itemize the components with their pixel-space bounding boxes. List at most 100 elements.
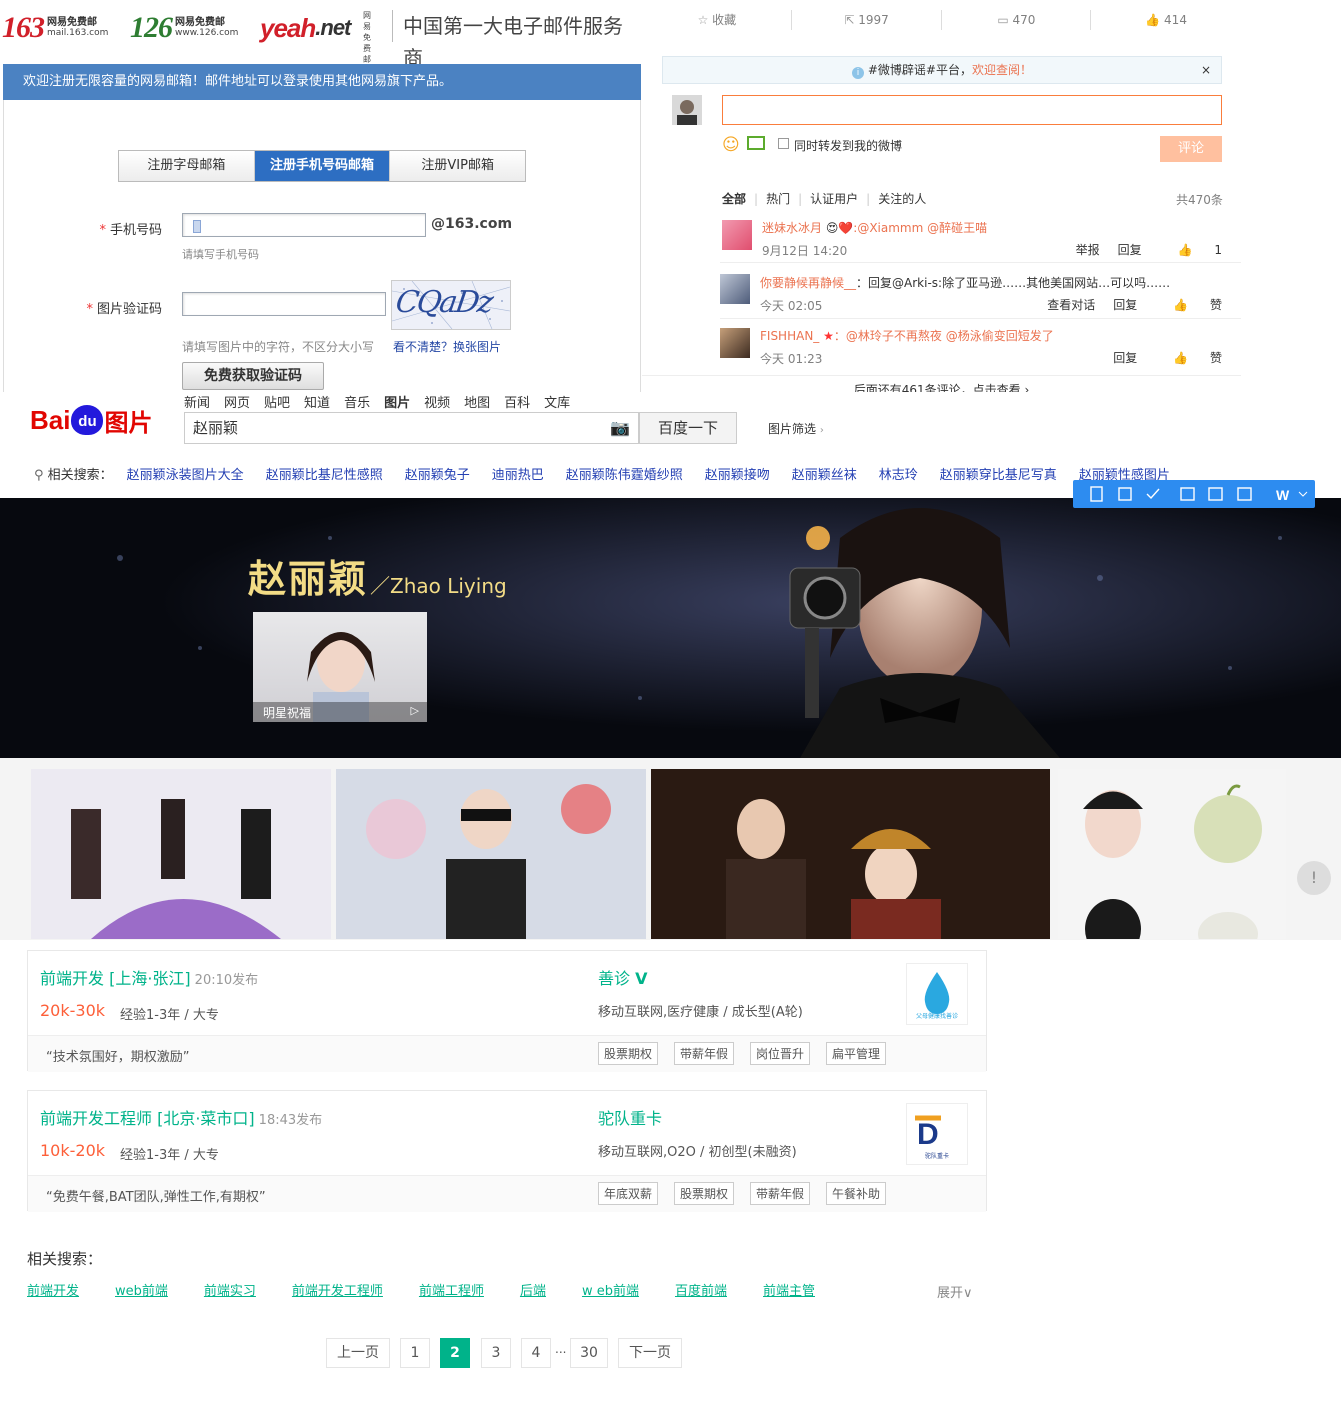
- brand-yeah-logo[interactable]: yeah .net 网易免费邮: [260, 8, 371, 64]
- image-icon[interactable]: [747, 136, 765, 150]
- nav-zhidao[interactable]: 知道: [304, 396, 330, 411]
- like-link[interactable]: 👍 赞: [1155, 351, 1222, 365]
- expand-button[interactable]: 展开∨: [937, 1282, 973, 1301]
- report-link[interactable]: 举报: [1076, 243, 1100, 257]
- next-page-button[interactable]: 下一页: [618, 1338, 682, 1368]
- commenter-avatar[interactable]: [720, 328, 750, 358]
- baidu-logo[interactable]: Bai du 图片: [30, 400, 152, 440]
- favorite-button[interactable]: ☆ 收藏: [642, 0, 792, 40]
- image-filter-link[interactable]: 图片筛选 ›: [768, 420, 824, 437]
- image-search-input[interactable]: 赵丽颖 📷: [184, 412, 639, 444]
- related-search-link[interactable]: web前端: [115, 1284, 168, 1299]
- tab-letter-mailbox[interactable]: 注册字母邮箱: [119, 151, 255, 181]
- comment-nick[interactable]: 迷妹水冰月: [762, 221, 822, 235]
- nav-images[interactable]: 图片: [384, 396, 410, 411]
- hero-thumbnail[interactable]: 明星祝福 ▷: [253, 612, 427, 722]
- comment-nick[interactable]: FISHHAN_: [760, 329, 819, 343]
- close-icon[interactable]: ×: [1201, 57, 1211, 83]
- commenter-avatar[interactable]: [720, 274, 750, 304]
- company-link[interactable]: 善诊 V: [598, 965, 648, 989]
- baidu-search-button[interactable]: 百度一下: [639, 412, 737, 444]
- image-result[interactable]: [651, 769, 1050, 939]
- related-search-link[interactable]: 前端主管: [763, 1284, 815, 1299]
- nav-music[interactable]: 音乐: [344, 396, 370, 411]
- job-title-link[interactable]: 前端开发工程师 [北京·菜市口] 18:43发布: [40, 1105, 322, 1129]
- related-link[interactable]: 赵丽颖接吻: [705, 468, 770, 483]
- related-link[interactable]: 迪丽热巴: [492, 468, 544, 483]
- page-button[interactable]: 3: [481, 1338, 511, 1368]
- page-button[interactable]: 4: [521, 1338, 551, 1368]
- company-link[interactable]: 驼队重卡: [598, 1105, 662, 1129]
- current-page-button[interactable]: 2: [440, 1338, 470, 1368]
- filter-all[interactable]: 全部: [722, 192, 746, 206]
- reply-link[interactable]: 回复: [1113, 351, 1137, 365]
- current-user-avatar[interactable]: [672, 95, 702, 125]
- comment-textarea[interactable]: [722, 95, 1222, 125]
- brand-163-logo[interactable]: 163 网易免费邮 mail.163.com: [2, 8, 108, 48]
- related-link[interactable]: 赵丽颖比基尼性感照: [266, 468, 383, 483]
- filter-verified[interactable]: 认证用户: [810, 192, 858, 206]
- related-link[interactable]: 赵丽颖兔子: [405, 468, 470, 483]
- related-search-link[interactable]: 前端工程师: [419, 1284, 484, 1299]
- comment-nick[interactable]: 你要静候再静候__: [760, 276, 856, 290]
- nav-wenku[interactable]: 文库: [544, 396, 570, 411]
- feedback-button[interactable]: !: [1297, 861, 1331, 895]
- nav-video[interactable]: 视频: [424, 396, 450, 411]
- reply-link[interactable]: 回复: [1113, 298, 1137, 312]
- related-link[interactable]: 赵丽颖泳装图片大全: [127, 468, 244, 483]
- phone-input[interactable]: [182, 213, 426, 237]
- brand-126-logo[interactable]: 126 网易免费邮 www.126.com: [130, 8, 238, 48]
- related-search-link[interactable]: w eb前端: [582, 1284, 639, 1299]
- filter-hot[interactable]: 热门: [766, 192, 790, 206]
- captcha-text: CQaDz: [393, 285, 494, 320]
- related-link[interactable]: 赵丽颖陈伟霆婚纱照: [566, 468, 683, 483]
- related-search-link[interactable]: 后端: [520, 1284, 546, 1299]
- play-icon[interactable]: ▷: [411, 704, 419, 717]
- image-result[interactable]: [1058, 769, 1286, 939]
- captcha-input[interactable]: [182, 292, 386, 316]
- tab-vip-mailbox[interactable]: 注册VIP邮箱: [390, 151, 526, 181]
- tab-phone-mailbox[interactable]: 注册手机号码邮箱: [254, 151, 391, 181]
- captcha-refresh-link[interactable]: 看不清楚？换张图片: [393, 338, 501, 355]
- nav-web[interactable]: 网页: [224, 396, 250, 411]
- related-search-link[interactable]: 百度前端: [675, 1284, 727, 1299]
- prev-page-button[interactable]: 上一页: [326, 1338, 390, 1368]
- job-card[interactable]: 前端开发 [上海·张江] 20:10发布 20k-30k 经验1-3年 / 大专 …: [27, 950, 987, 1072]
- company-logo[interactable]: 父母健康找善诊: [906, 963, 968, 1025]
- related-search-link[interactable]: 前端开发: [27, 1284, 79, 1299]
- like-link[interactable]: 👍 赞: [1155, 298, 1222, 312]
- like-button[interactable]: 👍 414: [1091, 0, 1241, 40]
- repost-checkbox[interactable]: [778, 138, 789, 149]
- repost-button[interactable]: ⇱ 1997: [792, 0, 942, 40]
- related-link[interactable]: 赵丽颖丝袜: [792, 468, 857, 483]
- image-result[interactable]: [336, 769, 646, 939]
- get-code-button[interactable]: 免费获取验证码: [182, 362, 324, 390]
- last-page-button[interactable]: 30: [570, 1338, 608, 1368]
- comment-button[interactable]: ▭ 470: [942, 0, 1092, 40]
- job-title-link[interactable]: 前端开发 [上海·张江] 20:10发布: [40, 965, 258, 989]
- related-search-link[interactable]: 前端实习: [204, 1284, 256, 1299]
- notice-link[interactable]: 欢迎查阅！: [972, 63, 1032, 77]
- related-search-link[interactable]: 前端开发工程师: [292, 1284, 383, 1299]
- job-requirement: 经验1-3年 / 大专: [120, 1148, 219, 1163]
- filter-following[interactable]: 关注的人: [878, 192, 926, 206]
- company-logo[interactable]: D 驼队重卡: [906, 1103, 968, 1165]
- emoji-icon[interactable]: ☺: [722, 135, 740, 155]
- nav-news[interactable]: 新闻: [184, 396, 210, 411]
- nav-tieba[interactable]: 贴吧: [264, 396, 290, 411]
- page-button[interactable]: 1: [400, 1338, 430, 1368]
- nav-baike[interactable]: 百科: [504, 396, 530, 411]
- reply-link[interactable]: 回复: [1118, 243, 1142, 257]
- image-result[interactable]: [31, 769, 331, 939]
- like-link[interactable]: 👍 1: [1160, 243, 1222, 257]
- commenter-avatar[interactable]: [722, 220, 752, 250]
- camera-icon[interactable]: 📷: [610, 413, 630, 443]
- captcha-image[interactable]: CQaDz: [391, 280, 511, 330]
- star-hero-banner[interactable]: 赵丽颖 ／Zhao Liying 明星祝福 ▷: [0, 498, 1341, 758]
- job-card[interactable]: 前端开发工程师 [北京·菜市口] 18:43发布 10k-20k 经验1-3年 /…: [27, 1090, 987, 1212]
- comment-submit-button[interactable]: 评论: [1160, 136, 1222, 162]
- related-link[interactable]: 林志玲: [879, 468, 918, 483]
- view-conversation-link[interactable]: 查看对话: [1047, 298, 1095, 312]
- nav-map[interactable]: 地图: [464, 396, 490, 411]
- related-link[interactable]: 赵丽颖穿比基尼写真: [940, 468, 1057, 483]
